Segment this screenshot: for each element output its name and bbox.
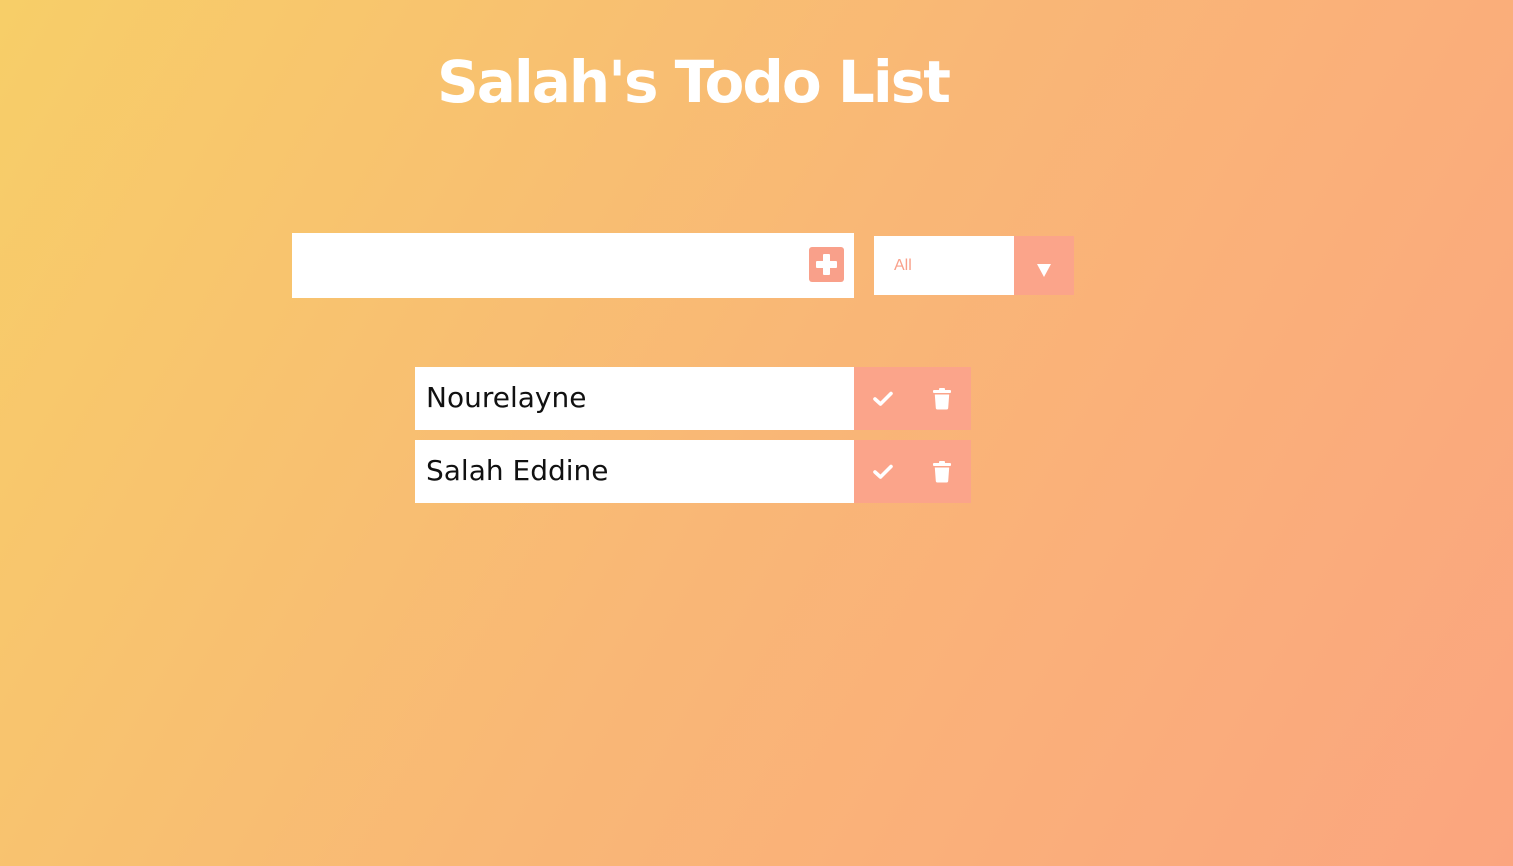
filter-select[interactable]: All [874, 236, 1074, 295]
filter-selected-value: All [894, 257, 912, 274]
todo-list: Nourelayne Salah Eddine [415, 367, 971, 513]
caret-down-icon [1037, 264, 1051, 277]
todo-item: Salah Eddine [415, 440, 971, 503]
filter-dropdown-toggle[interactable] [1014, 236, 1074, 295]
page-title: Salah's Todo List [436, 48, 951, 116]
todo-item-text: Nourelayne [415, 367, 854, 430]
todo-item-text: Salah Eddine [415, 440, 854, 503]
delete-button[interactable] [912, 367, 971, 430]
check-icon [873, 464, 893, 479]
add-todo-button[interactable] [809, 247, 844, 282]
delete-button[interactable] [912, 440, 971, 503]
complete-button[interactable] [854, 367, 912, 430]
trash-icon [932, 460, 951, 482]
todo-input[interactable] [292, 233, 792, 298]
complete-button[interactable] [854, 440, 912, 503]
check-icon [873, 391, 893, 406]
todo-item: Nourelayne [415, 367, 971, 430]
trash-icon [932, 387, 951, 409]
todo-form [292, 233, 854, 298]
